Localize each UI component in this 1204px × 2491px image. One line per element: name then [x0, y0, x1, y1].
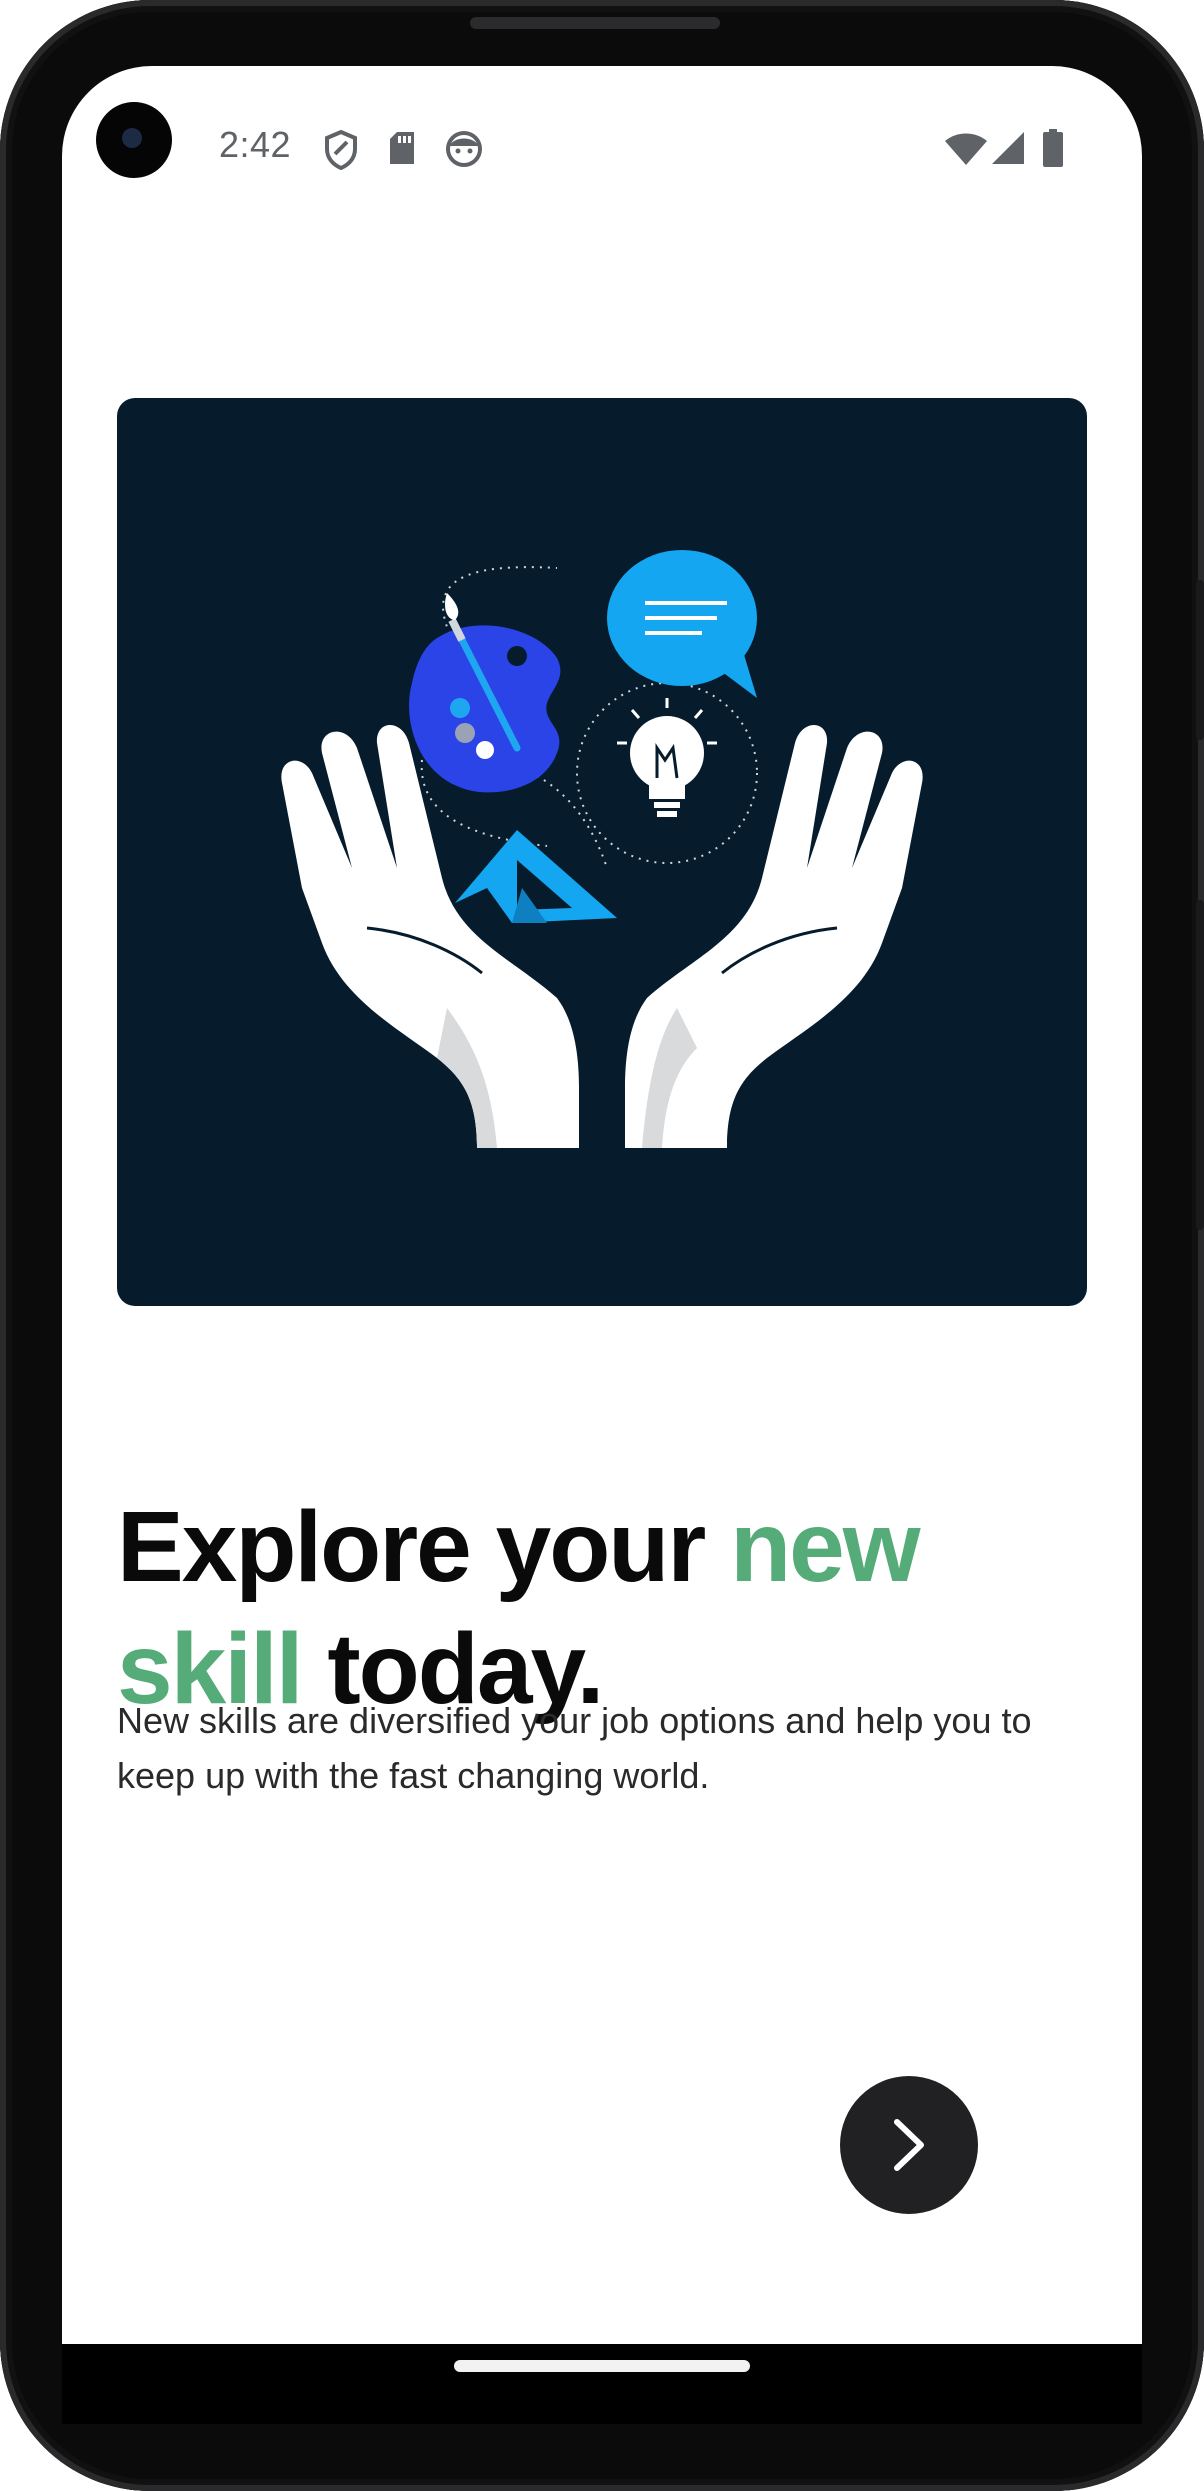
description-text: New skills are diversified your job opti… — [117, 1700, 1032, 1796]
headline-accent-new: new — [730, 1491, 920, 1603]
shield-icon — [325, 130, 357, 170]
front-camera — [96, 102, 172, 178]
chat-bubble-icon — [607, 550, 757, 698]
chevron-right-icon — [894, 2119, 924, 2171]
volume-button — [1196, 580, 1204, 740]
next-button[interactable] — [840, 2076, 978, 2214]
face-icon — [446, 131, 482, 167]
phone-frame: 2:42 Explore your new skill today. New s… — [0, 0, 1204, 2491]
hero-illustration — [117, 398, 1087, 1306]
home-indicator[interactable] — [454, 2360, 750, 2372]
navigation-bar — [62, 2344, 1142, 2424]
screen: 2:42 Explore your new skill today. New s… — [62, 66, 1142, 2344]
hands-icon — [281, 724, 923, 1148]
triangle-icon — [455, 830, 617, 923]
headline-part1: Explore your — [117, 1491, 731, 1603]
battery-icon — [1043, 129, 1063, 167]
lightbulb-icon — [617, 698, 717, 817]
signal-icon — [992, 132, 1024, 164]
sd-card-icon — [390, 132, 414, 164]
wifi-icon — [945, 133, 987, 165]
paint-palette-icon — [409, 625, 561, 793]
speaker-grille — [470, 17, 720, 29]
status-bar: 2:42 — [62, 66, 1142, 216]
status-time: 2:42 — [219, 124, 292, 165]
power-button — [1196, 900, 1204, 1230]
